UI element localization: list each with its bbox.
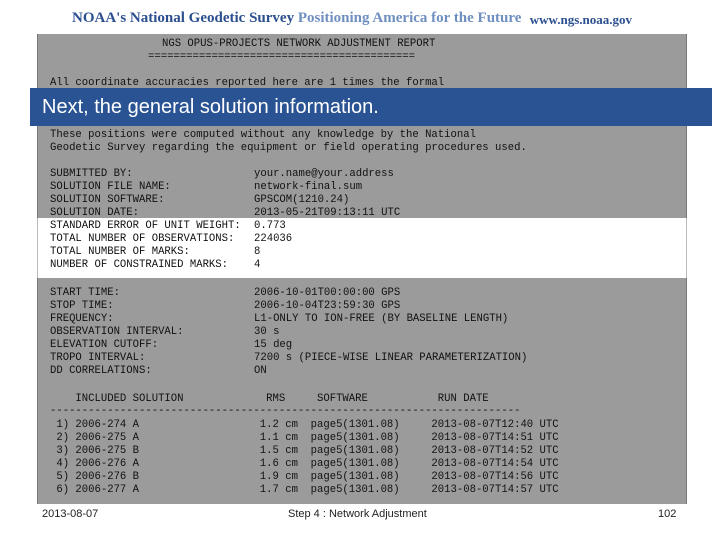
ngs-logo-text: NOAA's National Geodetic Survey Position… bbox=[72, 10, 521, 27]
timing-label: TROPO INTERVAL: bbox=[50, 352, 146, 364]
info-value: 8 bbox=[254, 246, 261, 258]
timing-value: 30 s bbox=[254, 326, 280, 338]
info-value: your.name@your.address bbox=[254, 168, 394, 180]
table-row: 5) 2006-276 B 1.9 cm page5(1301.08) 2013… bbox=[50, 471, 559, 483]
table-row: 4) 2006-276 A 1.6 cm page5(1301.08) 2013… bbox=[50, 458, 559, 470]
agency-name: NOAA's National Geodetic Survey bbox=[72, 10, 298, 26]
info-value: 224036 bbox=[254, 233, 293, 245]
solutions-table-rule: ----------------------------------------… bbox=[50, 405, 521, 417]
info-value: 0.773 bbox=[254, 220, 286, 232]
info-label: SUBMITTED BY: bbox=[50, 168, 133, 180]
timing-value: 7200 s (PIECE-WISE LINEAR PARAMETERIZATI… bbox=[254, 352, 528, 364]
info-value: 2013-05-21T09:13:11 UTC bbox=[254, 207, 401, 219]
footer-date: 2013-08-07 bbox=[42, 508, 99, 520]
timing-label: ELEVATION CUTOFF: bbox=[50, 339, 159, 351]
disclaimer-line-2: Geodetic Survey regarding the equipment … bbox=[50, 142, 527, 154]
timing-value: L1-ONLY TO ION-FREE (BY BASELINE LENGTH) bbox=[254, 313, 509, 325]
footer-page-number: 102 bbox=[658, 508, 677, 520]
timing-value: 2006-10-01T00:00:00 GPS bbox=[254, 287, 401, 299]
timing-label: OBSERVATION INTERVAL: bbox=[50, 326, 184, 338]
info-value: GPSCOM(1210.24) bbox=[254, 194, 350, 206]
info-label: SOLUTION FILE NAME: bbox=[50, 181, 171, 193]
info-label: TOTAL NUMBER OF OBSERVATIONS: bbox=[50, 233, 235, 245]
table-row: 3) 2006-275 B 1.5 cm page5(1301.08) 2013… bbox=[50, 445, 559, 457]
info-label: NUMBER OF CONSTRAINED MARKS: bbox=[50, 259, 229, 271]
timing-value: 2006-10-04T23:59:30 GPS bbox=[254, 300, 401, 312]
agency-tagline: Positioning America for the Future bbox=[297, 10, 522, 26]
ngs-header: NOAA's National Geodetic Survey Position… bbox=[0, 0, 720, 36]
step-banner: Next, the general solution information. bbox=[30, 88, 712, 126]
report-title-rule: ========================================… bbox=[148, 51, 416, 63]
info-label: TOTAL NUMBER OF MARKS: bbox=[50, 246, 190, 258]
info-value: network-final.sum bbox=[254, 181, 363, 193]
timing-value: ON bbox=[254, 365, 267, 377]
timing-label: FREQUENCY: bbox=[50, 313, 114, 325]
timing-label: START TIME: bbox=[50, 287, 120, 299]
report-title: NGS OPUS-PROJECTS NETWORK ADJUSTMENT REP… bbox=[162, 38, 436, 50]
info-value: 4 bbox=[254, 259, 261, 271]
ngs-url[interactable]: www.ngs.noaa.gov bbox=[530, 12, 632, 28]
disclaimer-line-1: These positions were computed without an… bbox=[50, 129, 476, 141]
info-label: SOLUTION SOFTWARE: bbox=[50, 194, 165, 206]
table-row: 6) 2006-277 A 1.7 cm page5(1301.08) 2013… bbox=[50, 484, 559, 496]
timing-label: STOP TIME: bbox=[50, 300, 114, 312]
info-label: SOLUTION DATE: bbox=[50, 207, 140, 219]
table-row: 2) 2006-275 A 1.1 cm page5(1301.08) 2013… bbox=[50, 432, 559, 444]
info-label: STANDARD ERROR OF UNIT WEIGHT: bbox=[50, 220, 241, 232]
table-row: 1) 2006-274 A 1.2 cm page5(1301.08) 2013… bbox=[50, 419, 559, 431]
footer-step: Step 4 : Network Adjustment bbox=[288, 508, 427, 520]
timing-value: 15 deg bbox=[254, 339, 293, 351]
timing-label: DD CORRELATIONS: bbox=[50, 365, 152, 377]
